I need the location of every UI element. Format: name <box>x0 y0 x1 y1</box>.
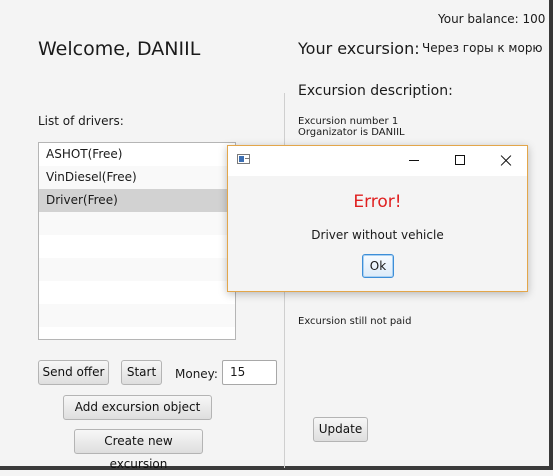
empty-list-row <box>39 304 235 327</box>
description-title: Excursion description: <box>298 83 453 99</box>
dialog-titlebar[interactable] <box>228 146 527 176</box>
driver-list-item[interactable]: VinDiesel(Free) <box>39 166 235 189</box>
add-excursion-object-button[interactable]: Add excursion object <box>63 395 212 420</box>
window-edge-bottom <box>0 466 553 470</box>
start-button[interactable]: Start <box>121 360 162 385</box>
driver-list-item-selected[interactable]: Driver(Free) <box>39 189 235 212</box>
excursion-name: Через горы к морю <box>422 41 543 55</box>
empty-list-row <box>39 281 235 304</box>
driver-list-item[interactable]: ASHOT(Free) <box>39 143 235 166</box>
payment-status: Excursion still not paid <box>298 316 412 327</box>
window-edge-right <box>549 0 553 470</box>
empty-list-row <box>39 212 235 235</box>
drivers-list[interactable]: ASHOT(Free) VinDiesel(Free) Driver(Free) <box>38 142 236 340</box>
minimize-icon[interactable] <box>392 146 437 176</box>
drivers-list-label: List of drivers: <box>38 114 124 128</box>
welcome-title: Welcome, DANIIL <box>38 38 201 60</box>
update-button[interactable]: Update <box>313 417 368 442</box>
close-icon[interactable] <box>482 146 527 176</box>
description-body: Excursion number 1 Organizator is DANIIL <box>298 116 405 138</box>
maximize-icon[interactable] <box>437 146 482 176</box>
money-input[interactable]: 15 <box>222 360 277 385</box>
excursion-label: Your excursion: <box>298 39 420 58</box>
create-new-excursion-button[interactable]: Create new excursion <box>74 429 203 471</box>
error-message: Driver without vehicle <box>311 228 444 242</box>
money-label: Money: <box>175 367 218 381</box>
description-line: Excursion number 1 <box>298 116 399 127</box>
error-dialog: Error! Driver without vehicle Ok <box>227 145 528 292</box>
description-line: Organizator is DANIIL <box>298 127 405 138</box>
empty-list-row <box>39 258 235 281</box>
empty-list-row <box>39 327 235 339</box>
ok-button[interactable]: Ok <box>362 254 394 278</box>
error-title: Error! <box>353 192 402 212</box>
send-offer-button[interactable]: Send offer <box>38 360 109 385</box>
empty-list-row <box>39 235 235 258</box>
balance-label: Your balance: 100 <box>438 12 546 26</box>
app-icon <box>237 154 250 164</box>
